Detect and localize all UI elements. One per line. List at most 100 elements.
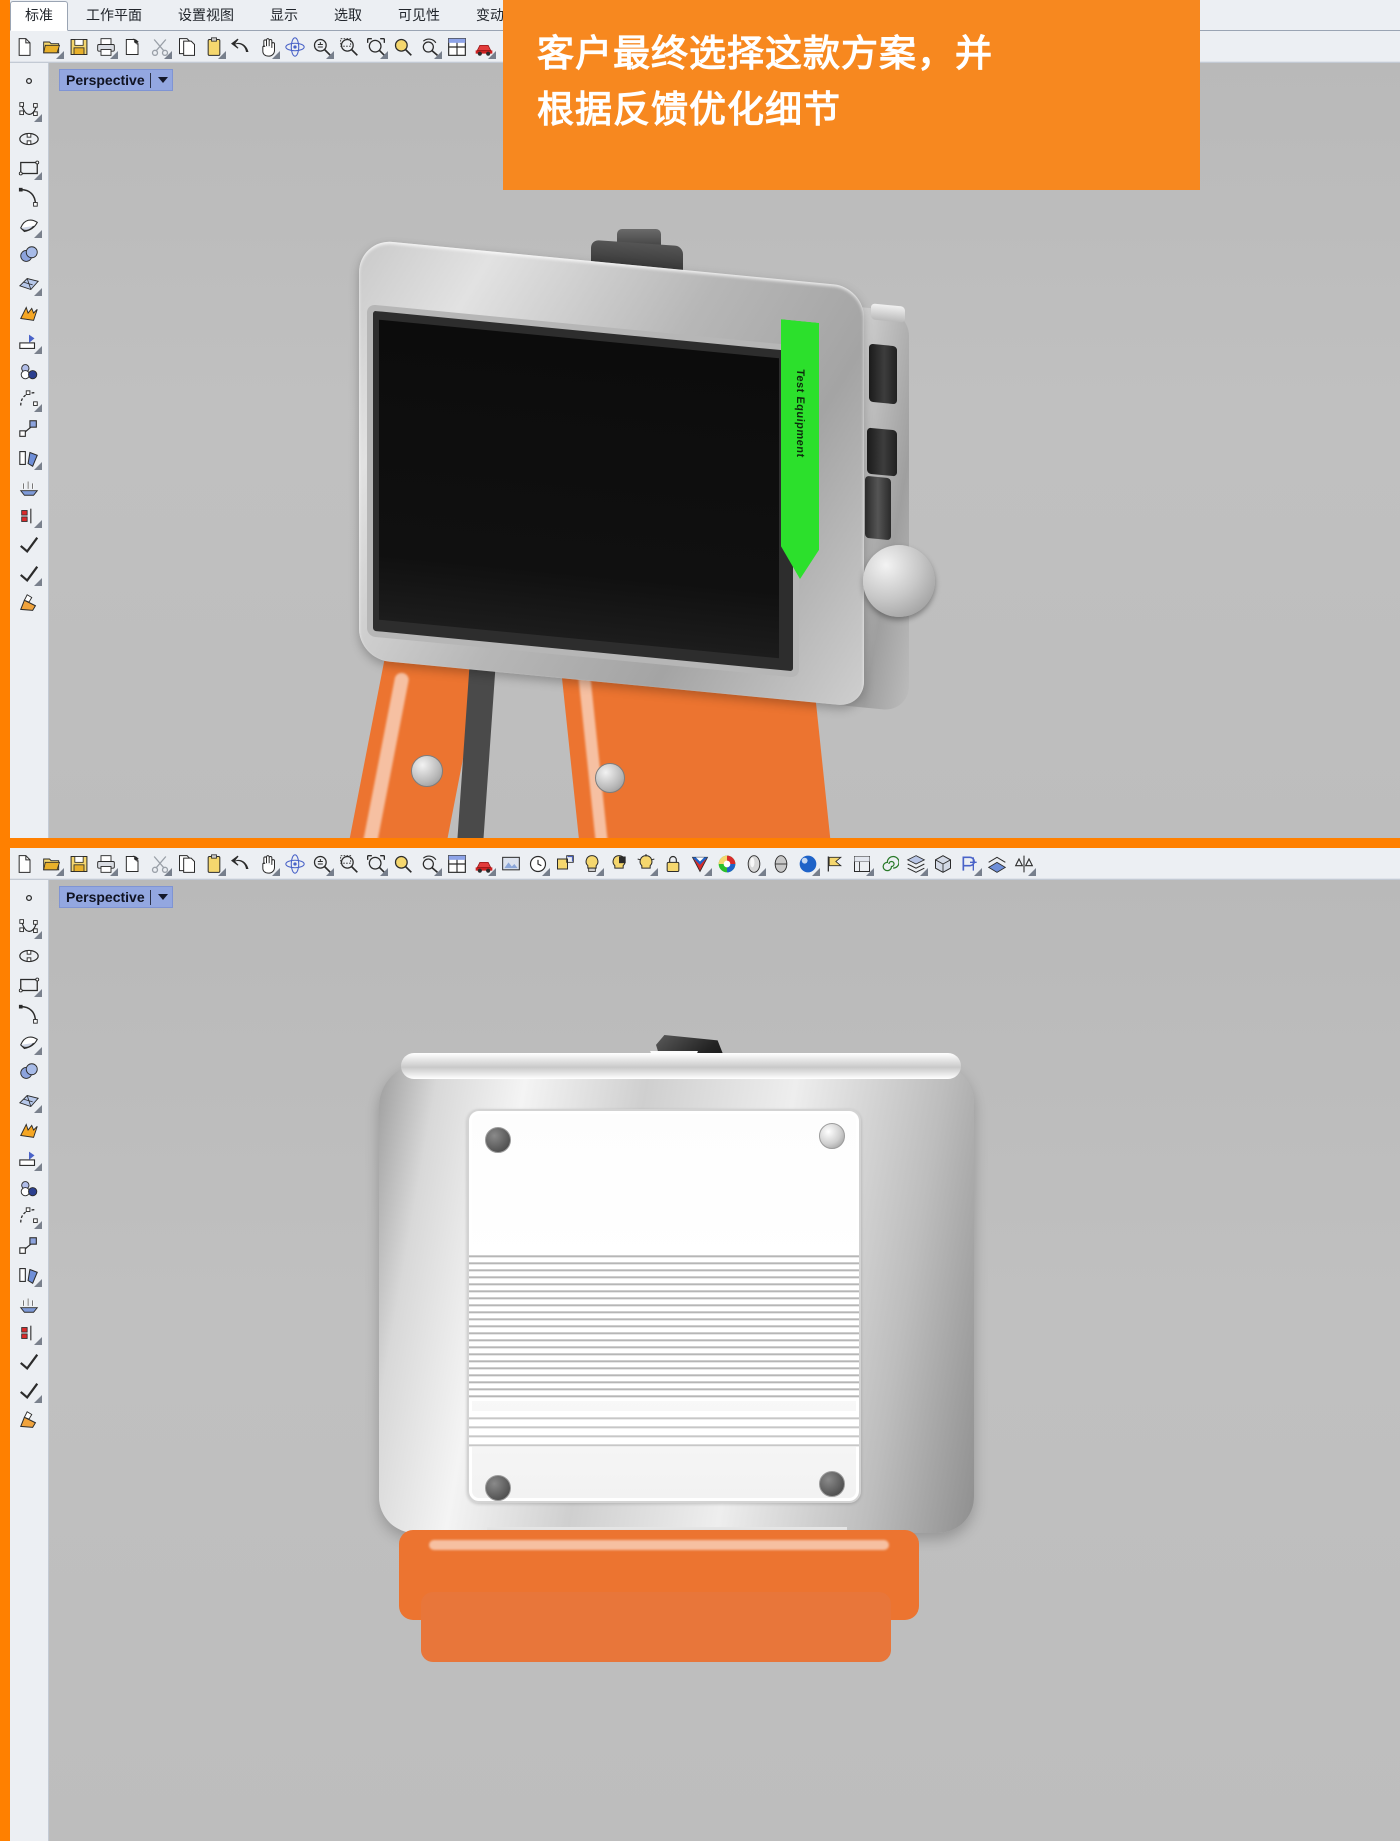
dropdown-corner-marker[interactable] — [488, 867, 496, 876]
gumball-icon[interactable] — [957, 851, 983, 877]
named-view-icon[interactable] — [552, 851, 578, 877]
viewport-layout-icon[interactable] — [444, 851, 470, 877]
dropdown-corner-marker[interactable] — [34, 462, 42, 470]
dropdown-corner-marker[interactable] — [434, 867, 442, 876]
dropdown-corner-marker[interactable] — [974, 867, 982, 876]
dimension-icon[interactable] — [14, 502, 44, 530]
rect-light-icon[interactable] — [606, 851, 632, 877]
dropdown-corner-marker[interactable] — [1028, 867, 1036, 876]
dropdown-corner-marker[interactable] — [326, 867, 334, 876]
annotate-icon[interactable] — [14, 531, 44, 559]
dropdown-corner-marker[interactable] — [704, 867, 712, 876]
ellipse-icon[interactable] — [14, 125, 44, 153]
render-car-icon[interactable] — [471, 34, 497, 60]
dropdown-corner-marker[interactable] — [218, 867, 226, 876]
mirror-icon[interactable] — [14, 444, 44, 472]
dropdown-corner-marker[interactable] — [488, 50, 496, 59]
chevron-down-icon[interactable] — [157, 77, 168, 83]
sphere-solid-icon[interactable] — [14, 1058, 44, 1086]
lock-light-icon[interactable] — [660, 851, 686, 877]
render-paint-icon[interactable] — [14, 589, 44, 617]
dropdown-corner-marker[interactable] — [56, 867, 64, 876]
extrude-icon[interactable] — [14, 1145, 44, 1173]
rectangle-icon[interactable] — [14, 154, 44, 182]
surface-mesh-icon[interactable] — [14, 1087, 44, 1115]
check-analyze-icon[interactable] — [14, 1377, 44, 1405]
point-light-icon[interactable] — [633, 851, 659, 877]
transform-icon[interactable] — [14, 415, 44, 443]
dropdown-corner-marker[interactable] — [34, 1163, 42, 1171]
dropdown-corner-marker[interactable] — [34, 1337, 42, 1345]
copy-to-file-icon[interactable] — [120, 34, 146, 60]
menu-tab-standard[interactable]: 标准 — [10, 1, 68, 31]
copy-icon[interactable] — [174, 851, 200, 877]
dropdown-corner-marker[interactable] — [380, 867, 388, 876]
material-palette-icon[interactable] — [687, 851, 713, 877]
arc-curve-icon[interactable] — [14, 183, 44, 211]
print-icon[interactable] — [93, 34, 119, 60]
section-icon[interactable] — [984, 851, 1010, 877]
extrude-icon[interactable] — [14, 328, 44, 356]
viewport-label-bottom[interactable]: Perspective — [59, 886, 173, 908]
annotate-icon[interactable] — [14, 1348, 44, 1376]
color-wheel-icon[interactable] — [714, 851, 740, 877]
zoom-window-icon[interactable] — [336, 851, 362, 877]
cut-scissors-icon[interactable] — [147, 851, 173, 877]
zoom-extents-icon[interactable] — [390, 34, 416, 60]
array-icon[interactable] — [14, 1290, 44, 1318]
dropdown-corner-marker[interactable] — [326, 50, 334, 59]
control-point-curve-icon[interactable] — [14, 96, 44, 124]
dropdown-corner-marker[interactable] — [34, 1047, 42, 1055]
dropdown-corner-marker[interactable] — [34, 989, 42, 997]
zoom-selected-icon[interactable] — [363, 851, 389, 877]
copy-icon[interactable] — [174, 34, 200, 60]
zoom-dynamic-icon[interactable] — [417, 851, 443, 877]
open-folder-icon[interactable] — [39, 851, 65, 877]
dropdown-corner-marker[interactable] — [34, 288, 42, 296]
analysis-icon[interactable] — [1011, 851, 1037, 877]
save-icon[interactable] — [66, 34, 92, 60]
render-car-icon[interactable] — [471, 851, 497, 877]
dropdown-corner-marker[interactable] — [34, 1279, 42, 1287]
menu-tab-display[interactable]: 显示 — [252, 2, 316, 30]
clock-history-icon[interactable] — [525, 851, 551, 877]
boolean-union-icon[interactable] — [14, 357, 44, 385]
dropdown-corner-marker[interactable] — [34, 230, 42, 238]
block-icon[interactable] — [930, 851, 956, 877]
dropdown-corner-marker[interactable] — [56, 50, 64, 59]
dropdown-corner-marker[interactable] — [34, 931, 42, 939]
viewport-label-top[interactable]: Perspective — [59, 69, 173, 91]
pan-hand-icon[interactable] — [255, 851, 281, 877]
dropdown-corner-marker[interactable] — [34, 172, 42, 180]
dropdown-corner-marker[interactable] — [272, 50, 280, 59]
copy-to-file-icon[interactable] — [120, 851, 146, 877]
undo-arrow-icon[interactable] — [228, 851, 254, 877]
dropdown-corner-marker[interactable] — [34, 520, 42, 528]
point-icon[interactable] — [14, 884, 44, 912]
menu-tab-setview[interactable]: 设置视图 — [160, 2, 252, 30]
dropdown-corner-marker[interactable] — [34, 1395, 42, 1403]
tool-sidebar-top[interactable] — [10, 63, 49, 838]
rotate-view-icon[interactable] — [282, 34, 308, 60]
dropdown-corner-marker[interactable] — [434, 50, 442, 59]
sphere-solid-icon[interactable] — [14, 241, 44, 269]
dropdown-corner-marker[interactable] — [110, 867, 118, 876]
viewport-bottom[interactable]: Perspective — [49, 880, 1400, 1841]
zoom-window-icon[interactable] — [336, 34, 362, 60]
dropdown-corner-marker[interactable] — [596, 867, 604, 876]
viewport-layout-icon[interactable] — [444, 34, 470, 60]
check-analyze-icon[interactable] — [14, 560, 44, 588]
layout-icon[interactable] — [849, 851, 875, 877]
spiral-icon[interactable] — [876, 851, 902, 877]
cut-scissors-icon[interactable] — [147, 34, 173, 60]
transform-icon[interactable] — [14, 1232, 44, 1260]
dropdown-corner-marker[interactable] — [758, 867, 766, 876]
zoom-extents-icon[interactable] — [390, 851, 416, 877]
print-icon[interactable] — [93, 851, 119, 877]
ground-plane-icon[interactable] — [768, 851, 794, 877]
render-preview-icon[interactable] — [498, 851, 524, 877]
control-point-curve-icon[interactable] — [14, 913, 44, 941]
dropdown-corner-marker[interactable] — [812, 867, 820, 876]
dropdown-corner-marker[interactable] — [380, 50, 388, 59]
chevron-down-icon[interactable] — [157, 894, 168, 900]
